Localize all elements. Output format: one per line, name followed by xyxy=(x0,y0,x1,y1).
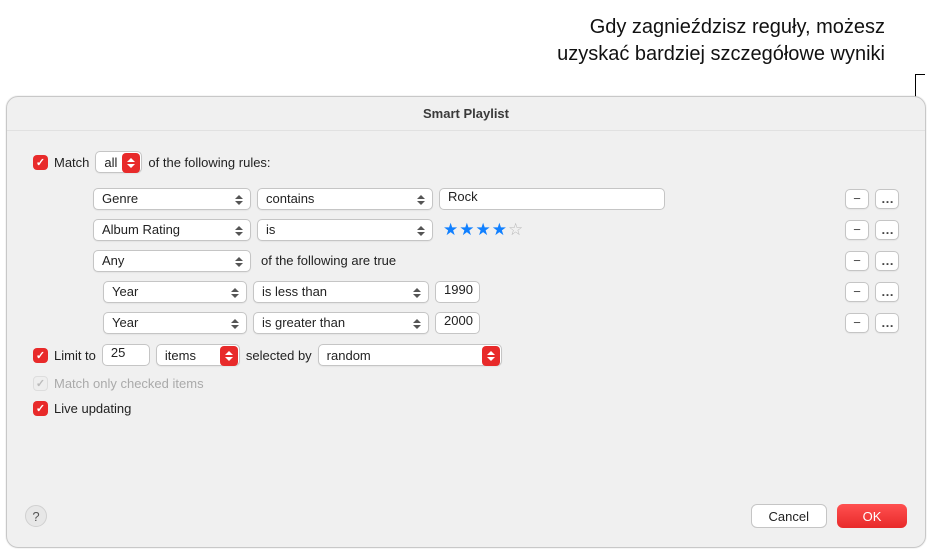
stepper-icon xyxy=(226,284,244,302)
rule-remove-button[interactable]: − xyxy=(845,189,869,209)
rule-field-label: Any xyxy=(102,253,124,268)
rule-field-popup[interactable]: Album Rating xyxy=(93,219,251,241)
rule-remove-button[interactable]: − xyxy=(845,220,869,240)
limit-mid-label: selected by xyxy=(246,348,312,363)
rule-more-button[interactable]: … xyxy=(875,313,899,333)
dialog-content: ✓ Match all of the following rules: Genr… xyxy=(7,131,925,416)
rule-more-button[interactable]: … xyxy=(875,282,899,302)
live-updating-label: Live updating xyxy=(54,401,131,416)
limit-unit-popup[interactable]: items xyxy=(156,344,240,366)
rule-number-input[interactable]: 2000 xyxy=(435,312,480,334)
rule-field-popup[interactable]: Year xyxy=(103,312,247,334)
rule-field-popup[interactable]: Genre xyxy=(93,188,251,210)
rule-row: Year is less than 1990 −… xyxy=(103,276,899,307)
rule-row: Album Rating is ★★★★☆ −… xyxy=(93,214,899,245)
limit-method-label: random xyxy=(327,348,371,363)
rule-stars-input[interactable]: ★★★★☆ xyxy=(443,220,524,240)
rule-field-popup[interactable]: Any xyxy=(93,250,251,272)
rule-operator-label: contains xyxy=(266,191,314,206)
rule-operator-popup[interactable]: is less than xyxy=(253,281,429,303)
rule-group-label: of the following are true xyxy=(261,253,396,268)
limit-method-popup[interactable]: random xyxy=(318,344,502,366)
rule-operator-popup[interactable]: is xyxy=(257,219,433,241)
rule-field-label: Album Rating xyxy=(102,222,180,237)
stepper-icon xyxy=(230,191,248,209)
match-qualifier-popup[interactable]: all xyxy=(95,151,142,173)
only-checked-checkbox: ✓ xyxy=(33,376,48,391)
rule-operator-label: is greater than xyxy=(262,315,345,330)
limit-checkbox[interactable]: ✓ xyxy=(33,348,48,363)
match-qualifier-label: all xyxy=(104,155,117,170)
ok-button[interactable]: OK xyxy=(837,504,907,528)
rule-field-popup[interactable]: Year xyxy=(103,281,247,303)
limit-row: ✓ Limit to 25 items selected by random xyxy=(33,344,899,366)
rule-operator-popup[interactable]: is greater than xyxy=(253,312,429,334)
rule-remove-button[interactable]: − xyxy=(845,313,869,333)
annotation-line-1: Gdy zagnieździsz reguły, możesz xyxy=(557,14,885,41)
stepper-icon xyxy=(412,222,430,240)
rule-operator-label: is xyxy=(266,222,275,237)
help-button[interactable]: ? xyxy=(25,505,47,527)
stepper-icon xyxy=(408,284,426,302)
rule-operator-label: is less than xyxy=(262,284,327,299)
rule-field-label: Year xyxy=(112,284,138,299)
stepper-icon xyxy=(220,346,238,366)
stepper-icon xyxy=(408,315,426,333)
annotation-line-2: uzyskać bardziej szczegółowe wyniki xyxy=(557,41,885,68)
callout-line xyxy=(915,74,925,75)
rule-more-button[interactable]: … xyxy=(875,251,899,271)
rule-more-button[interactable]: … xyxy=(875,189,899,209)
dialog-footer: ? Cancel OK xyxy=(7,495,925,547)
stepper-icon xyxy=(226,315,244,333)
stepper-icon xyxy=(122,153,140,173)
limit-unit-label: items xyxy=(165,348,196,363)
match-pre-label: Match xyxy=(54,155,89,170)
rule-row: Any of the following are true −… xyxy=(93,245,899,276)
limit-value-input[interactable]: 25 xyxy=(102,344,150,366)
rule-remove-button[interactable]: − xyxy=(845,251,869,271)
rule-row: Genre contains Rock −… xyxy=(93,183,899,214)
smart-playlist-dialog: Smart Playlist ✓ Match all of the follow… xyxy=(6,96,926,548)
rule-remove-button[interactable]: − xyxy=(845,282,869,302)
match-row: ✓ Match all of the following rules: xyxy=(33,151,899,173)
stepper-icon xyxy=(230,222,248,240)
stepper-icon xyxy=(482,346,500,366)
annotation-caption: Gdy zagnieździsz reguły, możesz uzyskać … xyxy=(557,14,885,68)
cancel-button[interactable]: Cancel xyxy=(751,504,827,528)
dialog-title: Smart Playlist xyxy=(7,97,925,131)
live-updating-checkbox[interactable]: ✓ xyxy=(33,401,48,416)
stepper-icon xyxy=(230,253,248,271)
rules-list: GenrecontainsRock−…Album Ratingis★★★★☆−…… xyxy=(33,183,899,338)
rule-field-label: Genre xyxy=(102,191,138,206)
rule-row: Year is greater than 2000 −… xyxy=(103,307,899,338)
only-checked-label: Match only checked items xyxy=(54,376,204,391)
match-post-label: of the following rules: xyxy=(148,155,270,170)
limit-pre-label: Limit to xyxy=(54,348,96,363)
rule-more-button[interactable]: … xyxy=(875,220,899,240)
rule-number-input[interactable]: 1990 xyxy=(435,281,480,303)
rule-field-label: Year xyxy=(112,315,138,330)
only-checked-row: ✓ Match only checked items xyxy=(33,376,899,391)
match-checkbox[interactable]: ✓ xyxy=(33,155,48,170)
rule-text-input[interactable]: Rock xyxy=(439,188,665,210)
options-section: ✓ Limit to 25 items selected by random ✓… xyxy=(33,344,899,416)
live-updating-row: ✓ Live updating xyxy=(33,401,899,416)
stepper-icon xyxy=(412,191,430,209)
rule-operator-popup[interactable]: contains xyxy=(257,188,433,210)
